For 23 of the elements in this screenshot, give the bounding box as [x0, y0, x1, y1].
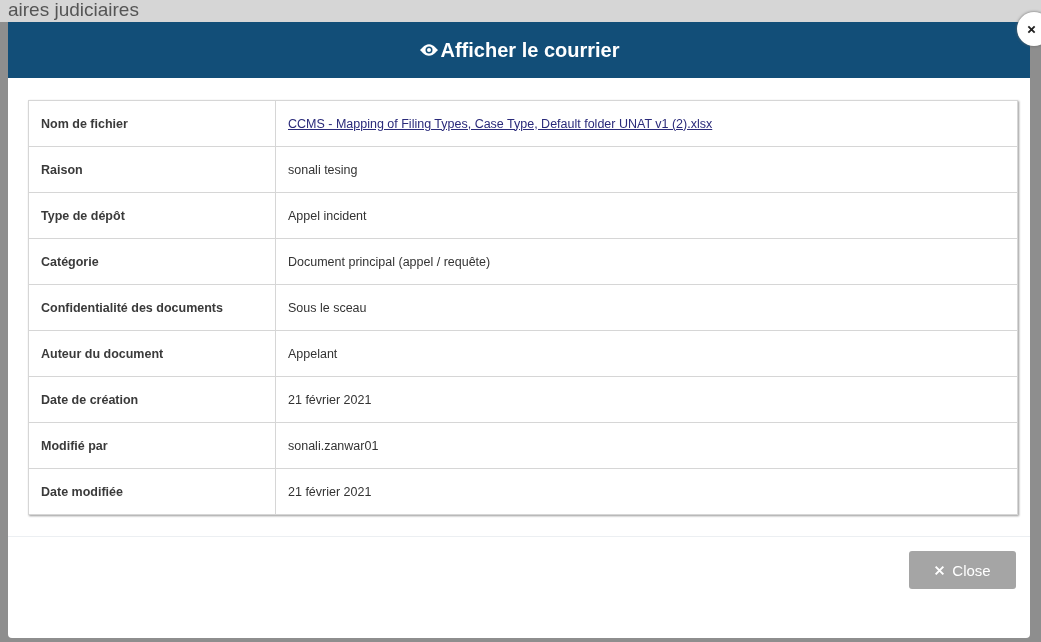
page-title: aires judiciaires: [8, 0, 139, 20]
field-value: Appel incident: [288, 208, 367, 223]
dialog-title: Afficher le courrier: [440, 38, 620, 62]
field-label: Auteur du document: [28, 330, 276, 377]
close-icon: [1027, 24, 1036, 34]
field-value: sonali.zanwar01: [288, 438, 379, 453]
field-label: Nom de fichier: [28, 100, 276, 147]
field-value: Sous le sceau: [288, 300, 367, 315]
field-value: 21 février 2021: [288, 484, 372, 499]
file-link[interactable]: CCMS - Mapping of Filing Types, Case Type, Default folder UNAT v1 (2).xlsx: [288, 116, 713, 131]
field-label: Type de dépôt: [28, 192, 276, 239]
field-label: Date modifiée: [28, 468, 276, 515]
field-value: 21 février 2021: [288, 392, 372, 407]
field-label: Confidentialité des documents: [28, 284, 276, 331]
eye-icon: [418, 43, 439, 57]
field-label: Modifié par: [28, 422, 276, 469]
field-label: Date de création: [28, 376, 276, 423]
field-label: Catégorie: [28, 238, 276, 285]
field-value: sonali tesing: [288, 162, 358, 177]
field-label: Raison: [28, 146, 276, 193]
close-icon: [934, 564, 946, 576]
field-value: Document principal (appel / requête): [288, 254, 491, 269]
field-value: Appelant: [288, 346, 338, 361]
